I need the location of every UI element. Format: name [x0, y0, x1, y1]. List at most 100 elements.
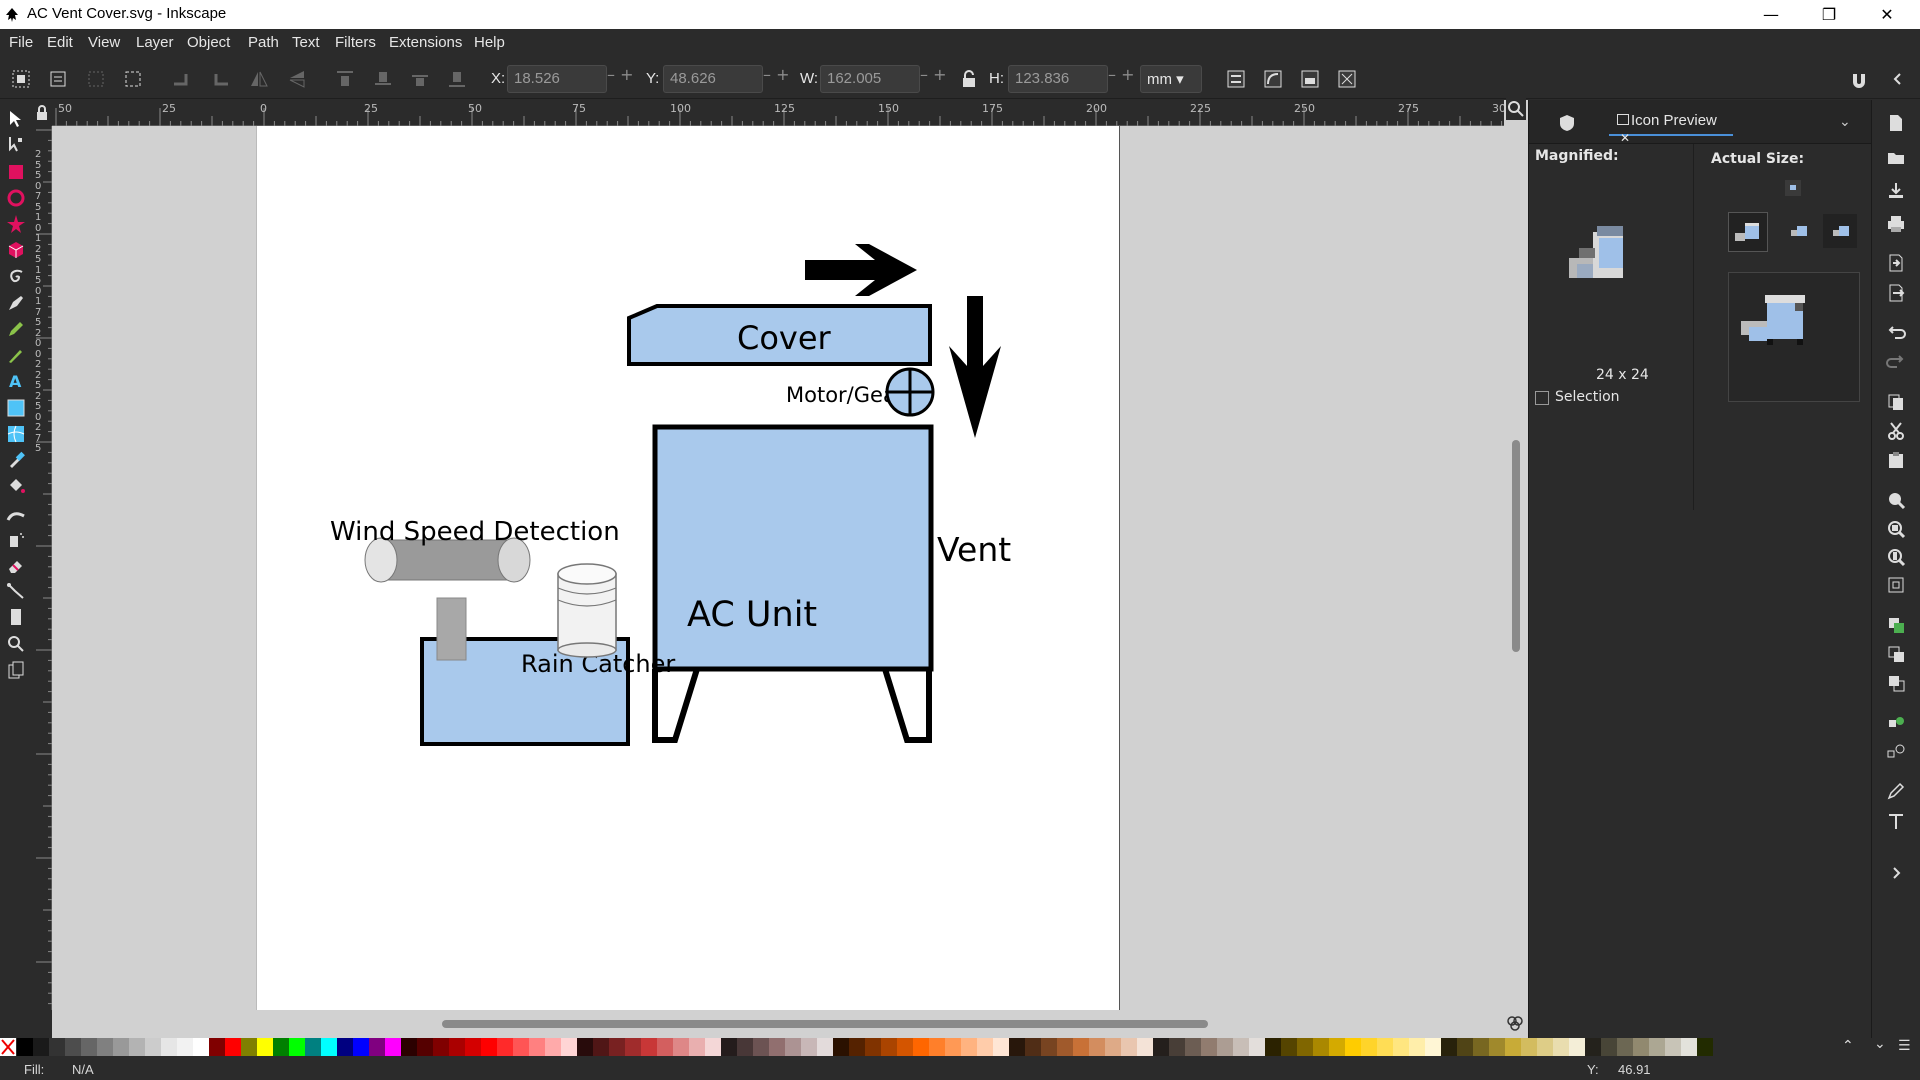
color-swatch[interactable] [1617, 1038, 1633, 1056]
zoom-drawing-icon[interactable] [1885, 518, 1907, 540]
measure-tool-icon[interactable] [5, 606, 27, 628]
color-swatch[interactable] [609, 1038, 625, 1056]
dropper-tool-icon[interactable] [5, 449, 27, 471]
color-swatch[interactable] [1489, 1038, 1505, 1056]
raise-to-top-icon[interactable] [334, 68, 356, 90]
color-swatch[interactable] [1505, 1038, 1521, 1056]
color-swatch[interactable] [769, 1038, 785, 1056]
color-swatch[interactable] [177, 1038, 193, 1056]
calligraphy-tool-icon[interactable] [5, 344, 27, 366]
snap-toggle-icon[interactable] [1848, 68, 1870, 90]
color-swatch[interactable] [1697, 1038, 1713, 1056]
color-swatch[interactable] [1025, 1038, 1041, 1056]
tab-icon-preview[interactable]: Icon Preview ✕ [1609, 108, 1733, 145]
color-swatch[interactable] [1281, 1038, 1297, 1056]
menu-edit[interactable]: Edit [47, 34, 73, 51]
color-swatch[interactable] [129, 1038, 145, 1056]
color-swatch[interactable] [1073, 1038, 1089, 1056]
color-swatch[interactable] [513, 1038, 529, 1056]
color-swatch[interactable] [1313, 1038, 1329, 1056]
print-icon[interactable] [1885, 213, 1907, 235]
color-swatch[interactable] [257, 1038, 273, 1056]
color-swatch[interactable] [961, 1038, 977, 1056]
color-swatch[interactable] [561, 1038, 577, 1056]
fill-stroke-icon[interactable] [1885, 780, 1907, 802]
connector-tool-icon[interactable] [5, 580, 27, 602]
preview-size-16-button[interactable] [1785, 180, 1801, 196]
color-swatch[interactable] [1649, 1038, 1665, 1056]
color-swatch[interactable] [1361, 1038, 1377, 1056]
color-swatch[interactable] [801, 1038, 817, 1056]
preview-size-32-button[interactable] [1781, 214, 1815, 248]
zoom-tool-icon[interactable] [5, 633, 27, 655]
preview-size-48-button[interactable] [1823, 214, 1857, 248]
color-swatch[interactable] [241, 1038, 257, 1056]
color-swatch[interactable] [641, 1038, 657, 1056]
color-swatch[interactable] [1473, 1038, 1489, 1056]
color-swatch[interactable] [1249, 1038, 1265, 1056]
ellipse-tool-icon[interactable] [5, 187, 27, 209]
color-swatch[interactable] [1089, 1038, 1105, 1056]
zoom-page-width-icon[interactable] [1885, 574, 1907, 596]
selection-checkbox[interactable] [1535, 391, 1549, 405]
color-swatch[interactable] [705, 1038, 721, 1056]
color-swatch[interactable] [657, 1038, 673, 1056]
color-swatch[interactable] [977, 1038, 993, 1056]
palette-scroll-up[interactable]: ⌃ [1842, 1038, 1854, 1054]
color-swatch[interactable] [1041, 1038, 1057, 1056]
close-icon[interactable]: ✕ [1620, 131, 1630, 145]
close-window-button[interactable]: ✕ [1858, 0, 1916, 29]
color-swatch[interactable] [1665, 1038, 1681, 1056]
ac-unit-left-leg[interactable] [652, 668, 700, 743]
color-swatch[interactable] [1009, 1038, 1025, 1056]
color-swatch[interactable] [1057, 1038, 1073, 1056]
move-patterns-icon[interactable] [1336, 68, 1358, 90]
arrow-right-shape[interactable] [805, 244, 917, 296]
pen-tool-icon[interactable] [5, 292, 27, 314]
pages-tool-icon[interactable] [5, 659, 27, 681]
x-field[interactable]: 18.526 [507, 65, 607, 93]
spray-tool-icon[interactable] [5, 528, 27, 550]
zoom-page-icon[interactable] [1885, 546, 1907, 568]
vertical-scrollbar[interactable] [1504, 98, 1528, 1038]
color-swatch[interactable] [993, 1038, 1009, 1056]
zoom-selection-icon[interactable] [1885, 489, 1907, 511]
color-swatch[interactable] [1169, 1038, 1185, 1056]
color-swatch[interactable] [1201, 1038, 1217, 1056]
menu-object[interactable]: Object [187, 34, 230, 51]
rotate-ccw-icon[interactable] [170, 68, 192, 90]
w-stepper[interactable]: – + [920, 65, 952, 93]
open-icon[interactable] [1885, 146, 1907, 168]
select-all-layers-icon[interactable] [47, 68, 69, 90]
h-stepper[interactable]: – + [1108, 65, 1140, 93]
color-swatch[interactable] [145, 1038, 161, 1056]
unit-select[interactable]: mm ▾ [1140, 65, 1202, 93]
restore-button[interactable]: ❐ [1800, 0, 1858, 29]
color-swatch[interactable] [337, 1038, 353, 1056]
color-swatch[interactable] [929, 1038, 945, 1056]
select-all-icon[interactable] [10, 68, 32, 90]
unlink-clone-icon[interactable] [1885, 672, 1907, 694]
deselect-icon[interactable] [85, 68, 107, 90]
spiral-tool-icon[interactable] [5, 266, 27, 288]
color-swatch[interactable] [1137, 1038, 1153, 1056]
preview-size-128-button[interactable] [1728, 272, 1860, 402]
touch-select-icon[interactable] [122, 68, 144, 90]
color-swatch[interactable] [497, 1038, 513, 1056]
pencil-tool-icon[interactable] [5, 318, 27, 340]
color-swatch[interactable] [1329, 1038, 1345, 1056]
vertical-ruler[interactable]: 25507510125150175200225250275 [32, 126, 52, 1010]
color-swatch[interactable] [33, 1038, 49, 1056]
color-swatch[interactable] [321, 1038, 337, 1056]
color-swatch[interactable] [1681, 1038, 1697, 1056]
color-swatch[interactable] [481, 1038, 497, 1056]
menu-layer[interactable]: Layer [136, 34, 174, 51]
lower-icon[interactable] [409, 68, 431, 90]
document-page[interactable]: Cover Motor/Gear AC Unit Vent Rain Catch… [256, 126, 1120, 1010]
paste-icon[interactable] [1885, 449, 1907, 471]
menu-extensions[interactable]: Extensions [389, 34, 462, 51]
rain-catcher-cylinder-shape[interactable] [557, 563, 617, 658]
paint-bucket-tool-icon[interactable] [5, 475, 27, 497]
move-gradients-icon[interactable] [1299, 68, 1321, 90]
color-swatch[interactable] [209, 1038, 225, 1056]
